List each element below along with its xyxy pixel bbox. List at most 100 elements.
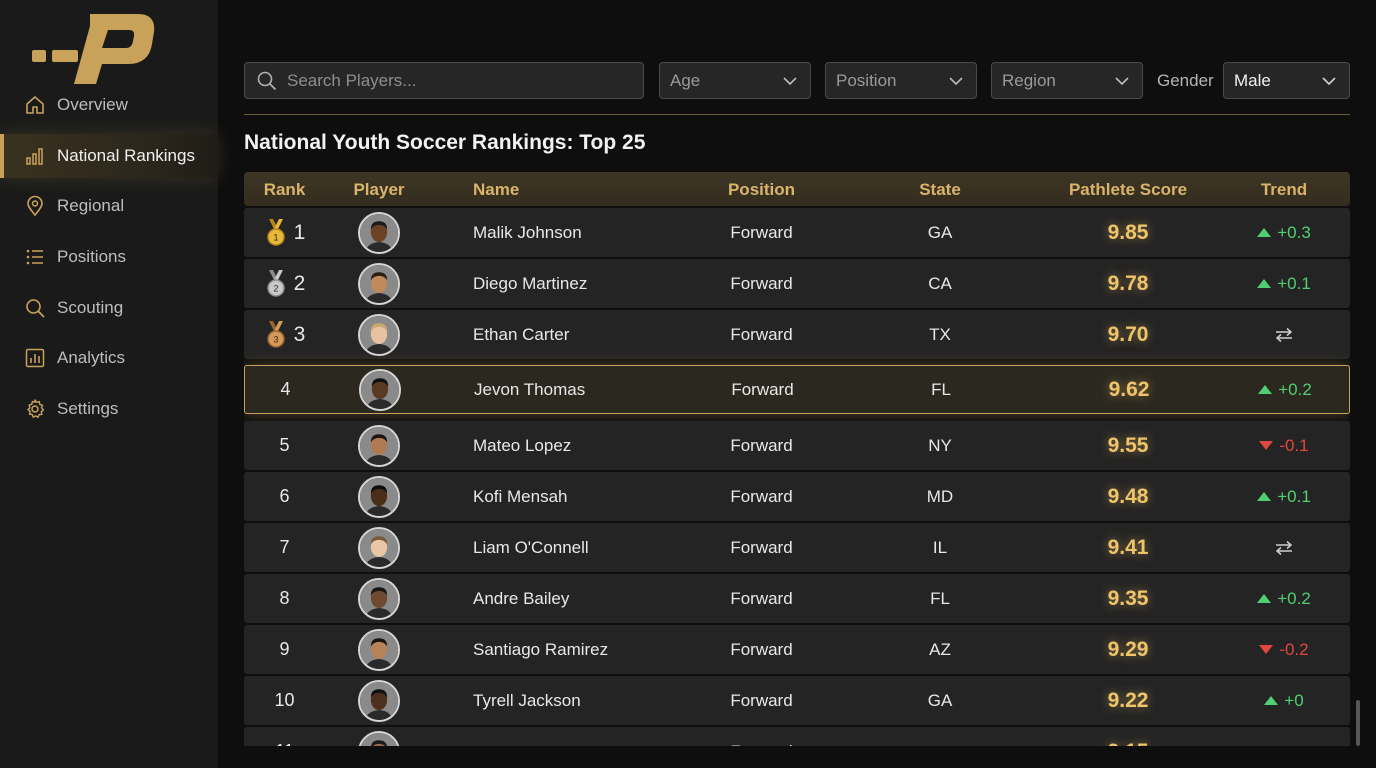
- trend-up-icon: [1258, 385, 1273, 394]
- position-select[interactable]: Position: [825, 62, 977, 99]
- rank-cell: 4: [245, 366, 326, 413]
- table-row[interactable]: 5 Mateo Lopez Forward NY 9.55 -0.1: [244, 421, 1350, 470]
- sidebar-item-label: Overview: [57, 95, 128, 114]
- avatar[interactable]: [358, 577, 400, 620]
- rank-number: 11: [275, 741, 294, 746]
- player-name[interactable]: Ethan Carter: [473, 310, 569, 359]
- player-name[interactable]: Santiago Ramirez: [473, 625, 608, 674]
- player-cell: [340, 366, 420, 413]
- player-position: Forward: [730, 639, 793, 659]
- rank-cell: 6: [244, 472, 325, 521]
- age-select[interactable]: Age: [659, 62, 811, 99]
- table-row[interactable]: 10 Tyrell Jackson Forward GA 9.22 +0: [244, 676, 1350, 725]
- svg-text:1: 1: [273, 232, 278, 242]
- avatar[interactable]: [358, 313, 400, 356]
- player-name[interactable]: Jevon Thomas: [474, 366, 585, 413]
- svg-text:3: 3: [273, 334, 278, 344]
- region-select-label: Region: [1002, 70, 1056, 90]
- player-name[interactable]: Kofi Mensah: [473, 472, 568, 521]
- table-row[interactable]: 11 Forward 9.15: [244, 727, 1350, 746]
- player-state: GA: [927, 222, 953, 242]
- rank-number: 2: [293, 271, 306, 295]
- sidebar-item-national-rankings[interactable]: National Rankings: [0, 133, 218, 178]
- region-select[interactable]: Region: [991, 62, 1143, 99]
- trend-cell: +0.3: [1234, 208, 1334, 257]
- logo-icon[interactable]: [30, 14, 160, 86]
- table-row[interactable]: 8 Andre Bailey Forward FL 9.35 +0.2: [244, 574, 1350, 623]
- search-input[interactable]: [287, 70, 627, 91]
- scrollbar[interactable]: [1356, 700, 1360, 746]
- table-row[interactable]: 9 Santiago Ramirez Forward AZ 9.29 -0.2: [244, 625, 1350, 674]
- trend-down-icon: [1259, 441, 1274, 450]
- player-position: Forward: [730, 273, 793, 293]
- player-state: GA: [927, 690, 953, 710]
- player-name[interactable]: Andre Bailey: [473, 574, 569, 623]
- avatar[interactable]: [358, 730, 400, 746]
- player-name[interactable]: Tyrell Jackson: [473, 676, 581, 725]
- bronze-medal-icon: 3: [264, 320, 288, 349]
- sidebar-item-settings[interactable]: Settings: [0, 387, 218, 431]
- player-name[interactable]: Diego Martinez: [473, 259, 587, 308]
- trend-value: +0.1: [1277, 486, 1311, 506]
- trend-up-icon: [1257, 594, 1272, 603]
- trend-cell: +0: [1234, 676, 1334, 725]
- header-trend[interactable]: Trend: [1234, 180, 1334, 200]
- sidebar-item-scouting[interactable]: Scouting: [0, 286, 218, 330]
- player-position: Forward: [730, 588, 793, 608]
- player-state: MD: [926, 486, 954, 506]
- sidebar-nav: Overview National Rankings Regional Positio…: [0, 83, 218, 438]
- rank-number: 9: [279, 639, 290, 659]
- gender-select[interactable]: Male: [1223, 62, 1350, 99]
- header-name[interactable]: Name: [473, 180, 519, 200]
- player-cell: [339, 421, 419, 470]
- player-state: AZ: [929, 639, 951, 659]
- avatar[interactable]: [358, 475, 400, 518]
- sidebar-item-overview[interactable]: Overview: [0, 83, 218, 127]
- table-row[interactable]: 6 Kofi Mensah Forward MD 9.48 +0.1: [244, 472, 1350, 521]
- avatar[interactable]: [358, 424, 400, 467]
- swap-icon: [1274, 327, 1294, 343]
- header-state[interactable]: State: [900, 180, 980, 200]
- pathlete-score: 9.78: [1107, 271, 1149, 295]
- rank-cell: 11: [244, 208, 325, 257]
- trend-up-icon: [1264, 696, 1279, 705]
- pathlete-score: 9.55: [1107, 433, 1149, 457]
- avatar[interactable]: [358, 262, 400, 305]
- trend-cell: [1234, 727, 1334, 746]
- player-name[interactable]: Liam O'Connell: [473, 523, 589, 572]
- trend-cell: +0.2: [1235, 366, 1335, 413]
- table-row[interactable]: 3 3 Ethan Carter Forward TX 9.70: [244, 310, 1350, 359]
- avatar[interactable]: [358, 628, 400, 671]
- avatar[interactable]: [358, 679, 400, 722]
- bar-chart-icon: [24, 145, 46, 167]
- rank-number: 10: [274, 690, 295, 710]
- player-state: FL: [931, 379, 951, 399]
- table-row[interactable]: 4 Jevon Thomas Forward FL 9.62 +0.2: [244, 365, 1350, 414]
- search-box[interactable]: [244, 62, 644, 99]
- avatar[interactable]: [359, 368, 401, 411]
- chevron-down-icon: [783, 76, 797, 85]
- sidebar-item-regional[interactable]: Regional: [0, 184, 218, 228]
- table-row[interactable]: 1 1 Malik Johnson Forward GA 9.85 +0.3: [244, 208, 1350, 257]
- pathlete-score: 9.15: [1056, 727, 1200, 747]
- avatar[interactable]: [358, 526, 400, 569]
- sidebar-item-analytics[interactable]: Analytics: [0, 336, 218, 380]
- player-name[interactable]: Mateo Lopez: [473, 421, 571, 470]
- player-cell: [339, 472, 419, 521]
- trend-cell: [1234, 523, 1334, 572]
- gender-select-value: Male: [1234, 70, 1271, 90]
- rank-cell: 7: [244, 523, 325, 572]
- player-cell: [339, 676, 419, 725]
- table-row[interactable]: 2 2 Diego Martinez Forward CA 9.78 +0.1: [244, 259, 1350, 308]
- header-player: Player: [353, 180, 405, 199]
- pathlete-score: 9.85: [1107, 220, 1149, 244]
- header-position[interactable]: Position: [689, 180, 834, 200]
- header-score[interactable]: Pathlete Score: [1056, 180, 1200, 200]
- player-name[interactable]: Malik Johnson: [473, 208, 582, 257]
- rank-cell: 11: [244, 727, 325, 746]
- player-position: Forward: [730, 324, 793, 344]
- header-rank[interactable]: Rank: [244, 180, 325, 200]
- avatar[interactable]: [358, 211, 400, 254]
- table-row[interactable]: 7 Liam O'Connell Forward IL 9.41: [244, 523, 1350, 572]
- sidebar-item-positions[interactable]: Positions: [0, 235, 218, 279]
